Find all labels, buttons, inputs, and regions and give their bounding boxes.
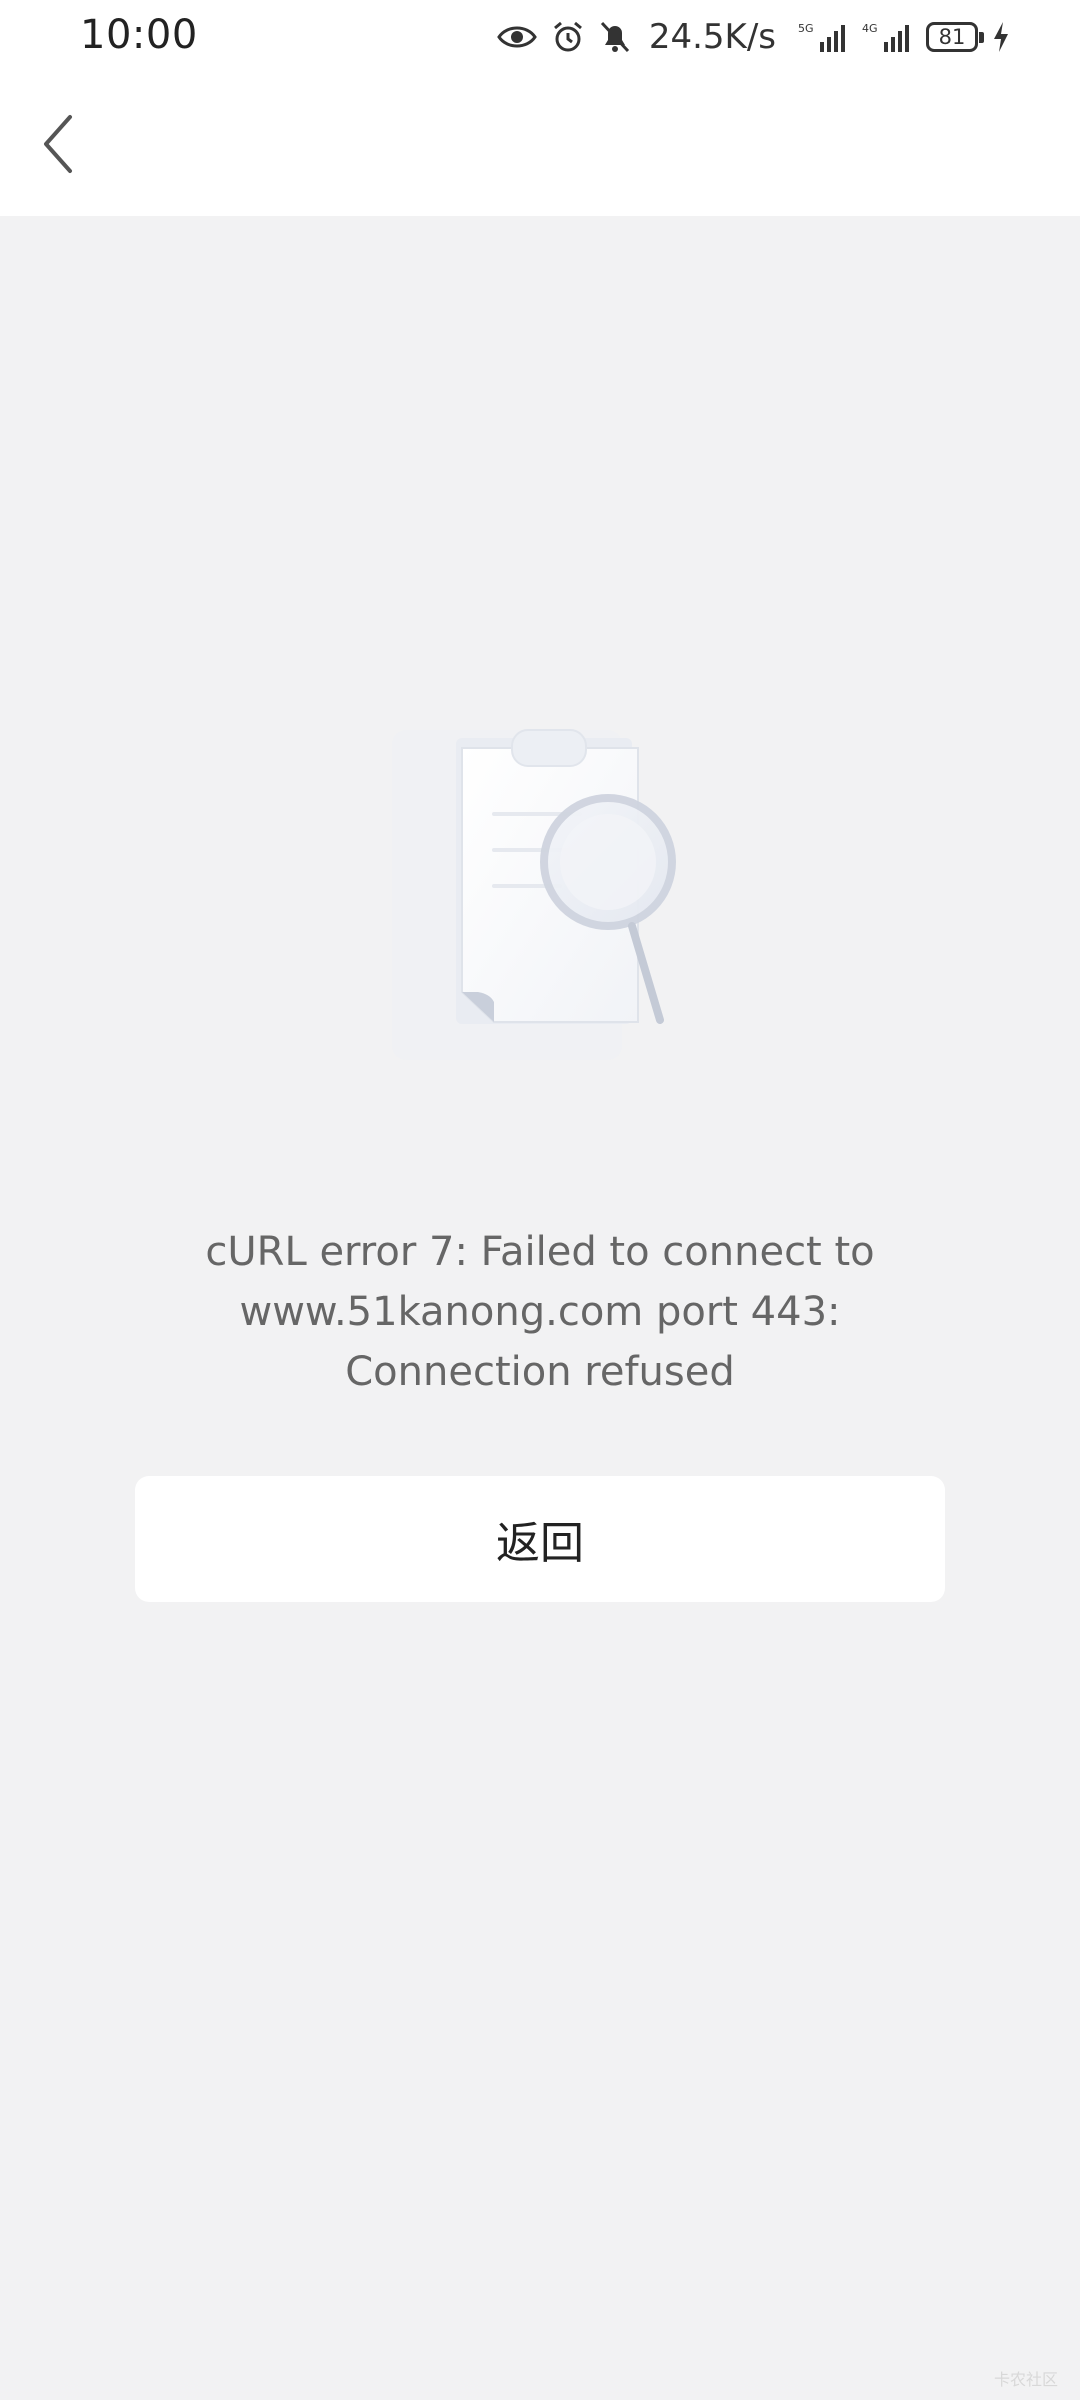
svg-text:5G: 5G <box>798 22 814 35</box>
error-line: cURL error 7: Failed to connect to <box>205 1229 875 1275</box>
net-speed: 24.5K/s <box>648 17 776 57</box>
clipboard-search-illustration <box>370 700 710 1080</box>
alarm-icon <box>551 20 585 54</box>
battery-icon: 81 <box>926 22 984 52</box>
return-button[interactable]: 返回 <box>135 1476 945 1602</box>
status-icons: 24.5K/s 5G 4G 81 <box>497 14 1010 60</box>
app-screen: 10:00 24.5K/s 5G 4G 81 cURL error 7: Fai… <box>0 0 1080 2400</box>
charging-icon <box>992 21 1010 53</box>
eye-icon <box>497 23 537 51</box>
error-line: www.51kanong.com port 443: <box>239 1289 841 1335</box>
error-message: cURL error 7: Failed to connect to www.5… <box>140 1222 940 1402</box>
bell-off-icon <box>599 20 631 54</box>
signal-4g-icon: 4G <box>862 20 912 54</box>
chevron-left-icon <box>44 115 72 173</box>
top-nav-bar <box>0 74 1080 216</box>
back-button[interactable] <box>18 104 98 184</box>
error-line: Connection refused <box>345 1349 735 1395</box>
status-bar: 10:00 24.5K/s 5G 4G 81 <box>0 0 1080 74</box>
watermark: 卡农社区 <box>993 2370 1058 2389</box>
svg-text:4G: 4G <box>862 22 878 35</box>
signal-5g-icon: 5G <box>798 20 848 54</box>
status-time: 10:00 <box>80 12 198 58</box>
